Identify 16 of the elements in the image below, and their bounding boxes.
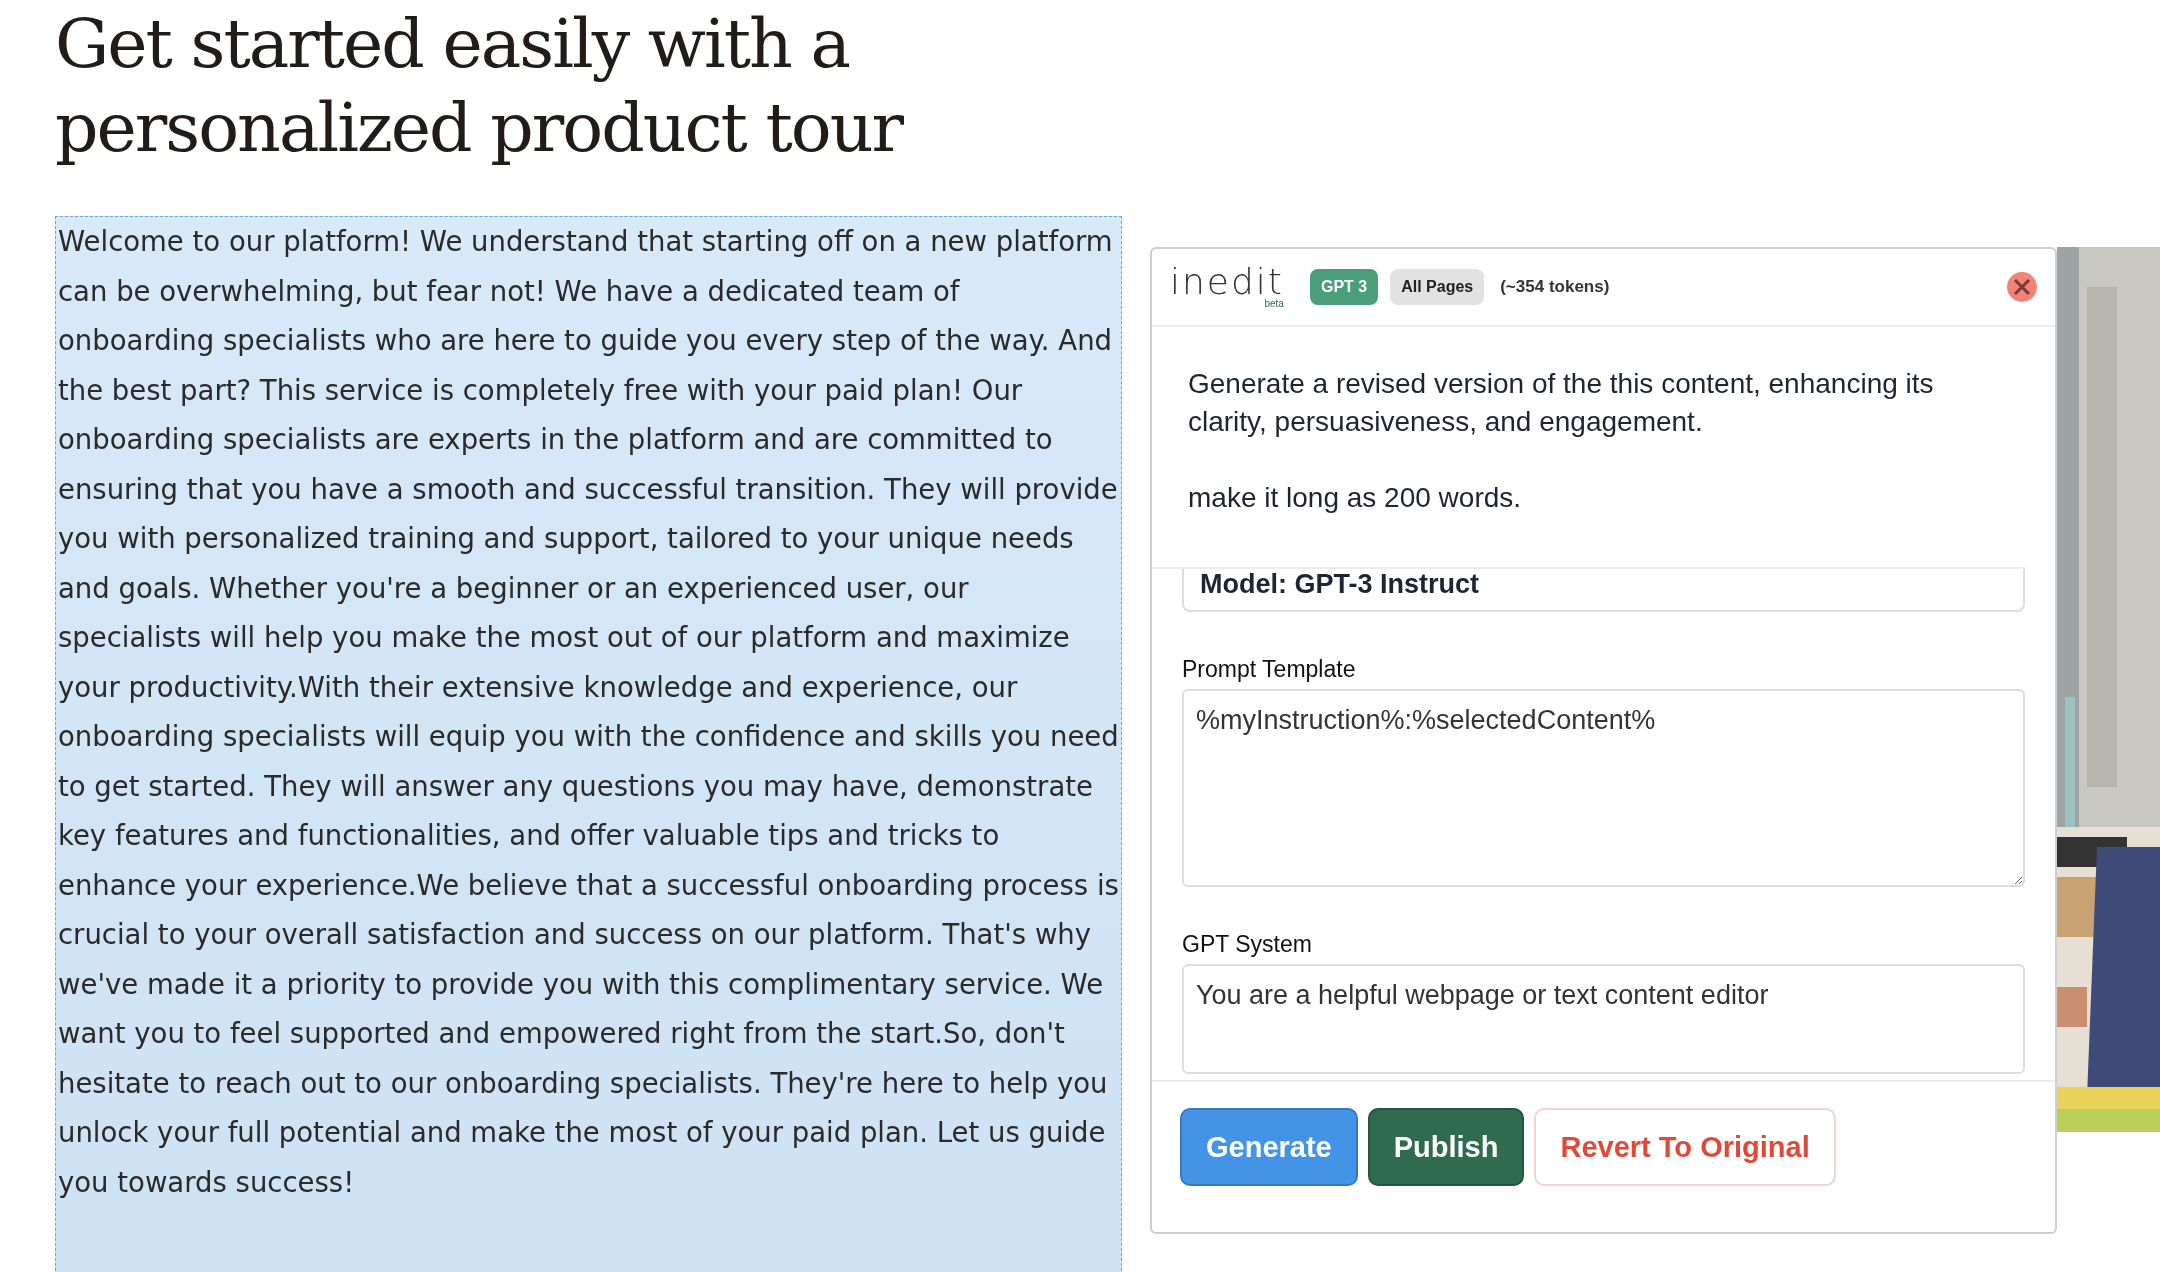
token-count: (~354 tokens)	[1500, 277, 1610, 297]
revert-button[interactable]: Revert To Original	[1534, 1108, 1836, 1186]
publish-button[interactable]: Publish	[1367, 1108, 1525, 1186]
text-field[interactable]: %myInstruction%:%selectedContent%	[1182, 689, 2025, 887]
text-field[interactable]: You are a helpful webpage or text content editor	[1182, 964, 2025, 1074]
scope-badge[interactable]: All Pages	[1390, 269, 1485, 305]
logo: inedit	[1170, 265, 1284, 299]
selected-paragraph: Welcome to our platform! We understand that starting off on a new platform can be overwhelming, but fear not! We have a dedicated team of onboarding specialists who are here to guide you every step of the way. And the best part? This service is completely free with your paid plan! Our onboarding specialists are experts in the platform and are committed to ensuring that you have a smooth and successful transition. They will provide you with personalized training and support, tailored to your unique needs and goals. Whether you're a beginner or an experienced user, our specialists will help you make the most out of our platform and maximize your productivity.With their extensive knowledge and experience, our onboarding specialists will equip you with the confidence and skills you need to get started. They will answer any questions you may have, demonstrate key features and functionalities, and offer valuable tips and tricks to enhance your experience.We believe that a successful onboarding process is crucial to your overall satisfaction and success on our platform. That's why we've made it a priority to provide you with this complimentary service. We want you to feel supported and empowered right from the start.So, don't hesitate to reach out to our onboarding specialists. They're here to help you unlock your full potential and make the most of your paid plan. Let us guide you towards success!	[55, 216, 1122, 1272]
model-field[interactable]: Model: GPT-3 Instruct	[1182, 569, 2025, 612]
page-heading: personalized product tour	[55, 87, 904, 168]
logo-subtitle: beta	[1264, 299, 1284, 309]
close-button[interactable]	[2007, 272, 2037, 302]
field-label: GPT System	[1182, 931, 1313, 958]
close-icon	[2013, 278, 2031, 296]
page-heading: Get started easily with a	[55, 3, 850, 84]
field-label: Prompt Template	[1182, 656, 1357, 683]
